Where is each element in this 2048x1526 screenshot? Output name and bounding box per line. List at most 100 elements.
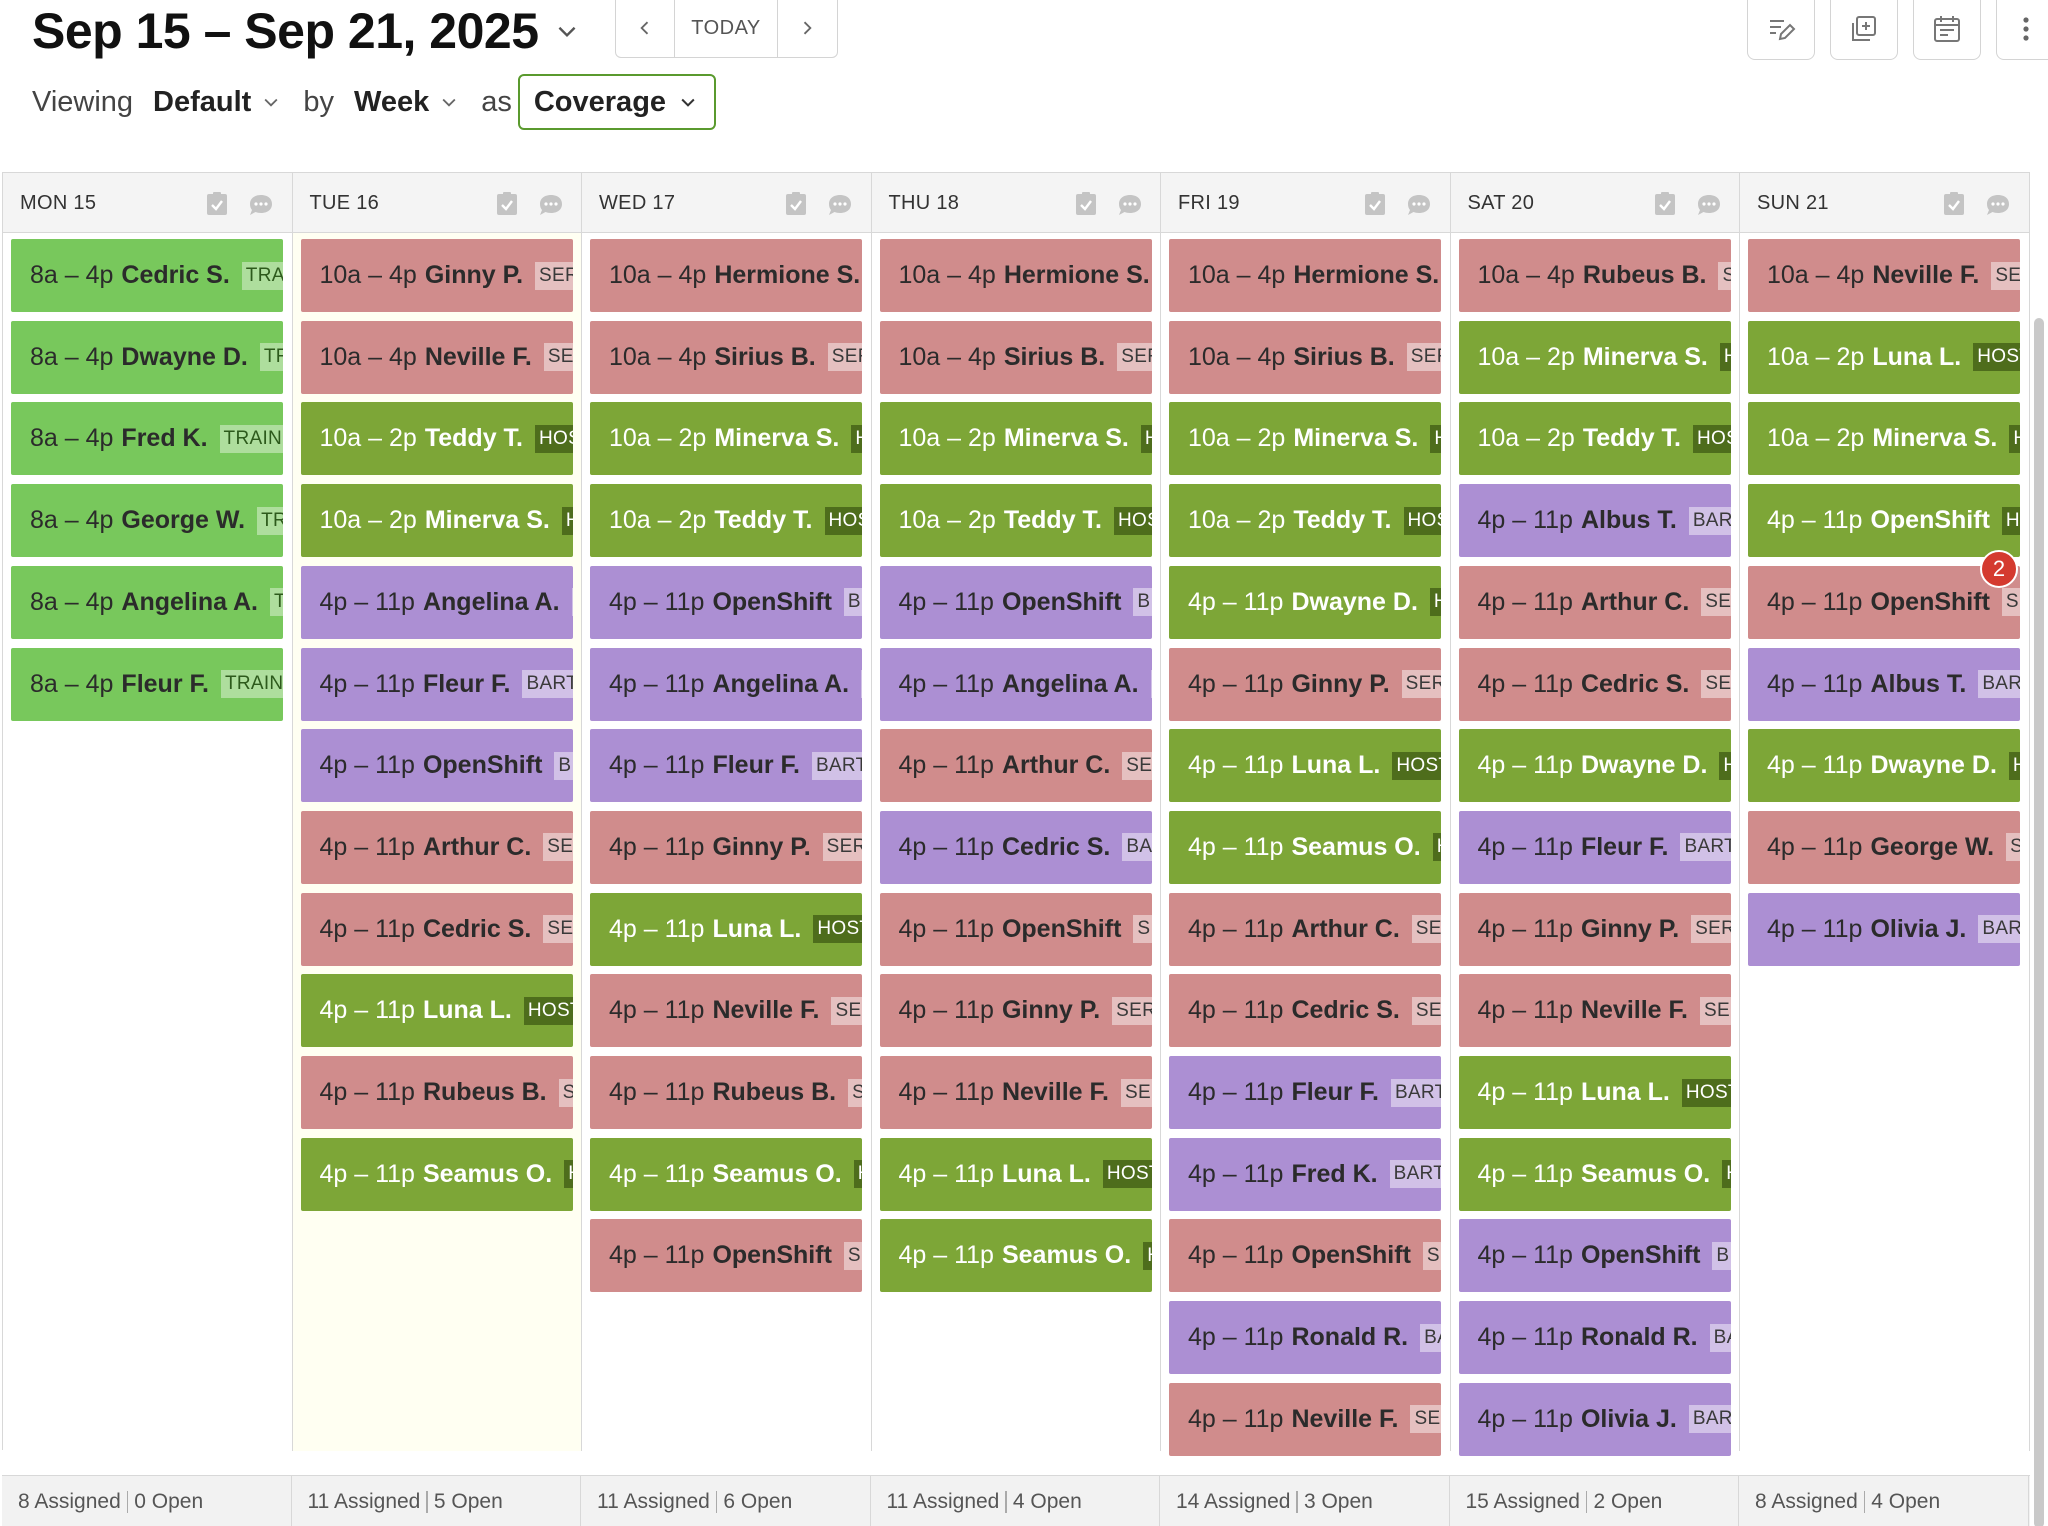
shift-card[interactable]: 4p – 11pCedric S. SER — [300, 892, 573, 966]
shift-card[interactable]: 4p – 11pDwayne D. H — [1748, 729, 2020, 803]
shift-card[interactable]: 10a – 4pNeville F. SER — [1748, 239, 2020, 312]
shift-card[interactable]: 4p – 11p Fleur F. BART — [590, 729, 862, 803]
shift-card[interactable]: 4p – 11pNeville F. SER — [1169, 1382, 1441, 1456]
chevron-down-icon[interactable] — [554, 18, 580, 44]
clipboard-check-icon[interactable] — [784, 191, 808, 217]
shift-card[interactable]: 4p – 11p OpenShift S — [1748, 565, 2020, 639]
shift-card[interactable]: 4p – 11pLuna L. HOST — [300, 974, 573, 1048]
shift-card[interactable]: 4p – 11pSeamus O. H — [1169, 810, 1441, 884]
shift-card[interactable]: 10a – 2pTeddy T. HOS — [879, 484, 1152, 558]
shift-card[interactable]: 4p – 11p OpenShift S — [1169, 1219, 1441, 1293]
today-button[interactable]: TODAY — [674, 0, 778, 57]
shift-card[interactable]: 4p – 11p OpenShift H — [1748, 484, 2020, 558]
as-select[interactable]: Coverage — [517, 74, 717, 130]
edit-schedule-button[interactable] — [1747, 0, 1815, 60]
chat-bubble-icon[interactable] — [537, 193, 565, 217]
shift-card[interactable]: 4p – 11pAngelina A. E — [879, 647, 1152, 721]
viewing-select[interactable]: Default — [153, 86, 251, 119]
shift-card[interactable]: 10a – 2pTeddy T. HOS — [300, 402, 573, 476]
shift-card[interactable]: 4p – 11pArthur C. SER — [1458, 565, 1731, 639]
shift-card[interactable]: 4p – 11p OpenShift B — [1458, 1219, 1731, 1293]
shift-card[interactable]: 10a – 2pMinerva S. H — [1169, 402, 1441, 476]
shift-card[interactable]: 4p – 11pLuna L. HOST — [590, 892, 862, 966]
shift-card[interactable]: 10a – 4p Hermione S. — [879, 239, 1152, 312]
clipboard-check-icon[interactable] — [1074, 191, 1098, 217]
shift-card[interactable]: 4p – 11pSeamus O. H — [1458, 1137, 1731, 1211]
shift-card[interactable]: 4p – 11pOlivia J. BART — [1458, 1382, 1731, 1456]
shift-card[interactable]: 4p – 11pAngelina A. E — [590, 647, 862, 721]
shift-card[interactable]: 4p – 11pAngelina A. E — [300, 565, 573, 639]
shift-card[interactable]: 4p – 11pNeville F. SER — [879, 1056, 1152, 1129]
shift-card[interactable]: 4p – 11pNeville F. SER — [590, 974, 862, 1048]
shift-card[interactable]: 10a – 4pSirius B. SER — [590, 320, 862, 394]
chat-bubble-icon[interactable] — [1695, 193, 1723, 217]
shift-card[interactable]: 10a – 2pTeddy T. HOS — [1169, 484, 1441, 558]
chat-bubble-icon[interactable] — [1984, 193, 2012, 217]
shift-card[interactable]: 10a – 2pMinerva S. H — [590, 402, 862, 476]
shift-card[interactable]: 8a – 4pAngelina A. TR — [11, 565, 283, 639]
vertical-scrollbar[interactable] — [2034, 318, 2044, 1526]
shift-card[interactable]: 4p – 11pLuna L. HOST — [1169, 729, 1441, 803]
shift-card[interactable]: 10a – 4pGinny P. SERV — [300, 239, 573, 312]
shift-card[interactable]: 10a – 2pTeddy T. HOS — [590, 484, 862, 558]
shift-card[interactable]: 8a – 4pCedric S. TRAIN — [11, 239, 283, 312]
shift-card[interactable]: 8a – 4pDwayne D. TRA — [11, 320, 283, 394]
shift-card[interactable]: 10a – 4pSirius B. SER — [1169, 320, 1441, 394]
previous-week-button[interactable] — [616, 0, 674, 57]
shift-card[interactable]: 10a – 2pMinerva S. H — [1748, 402, 2020, 476]
shift-card[interactable]: 10a – 2pTeddy T. HOS — [1458, 402, 1731, 476]
shift-card[interactable]: 4p – 11pDwayne D. H — [1458, 729, 1731, 803]
shift-card[interactable]: 4p – 11pNeville F. SER — [1458, 974, 1731, 1048]
shift-card[interactable]: 4p – 11pRubeus B. SE — [590, 1056, 862, 1129]
shift-card[interactable]: 4p – 11p OpenShift B — [879, 565, 1152, 639]
shift-card[interactable]: 4p – 11p OpenShift S — [879, 892, 1152, 966]
shift-card[interactable]: 8a – 4pFred K. TRAININ — [11, 402, 283, 476]
shift-card[interactable]: 4p – 11pSeamus O. H — [879, 1219, 1152, 1293]
date-range-title[interactable]: Sep 15 – Sep 21, 2025 — [32, 2, 539, 60]
clipboard-check-icon[interactable] — [205, 191, 229, 217]
chat-bubble-icon[interactable] — [1405, 193, 1433, 217]
shift-card[interactable]: 10a – 4p Hermione S. — [1169, 239, 1441, 312]
shift-card[interactable]: 4p – 11p OpenShift B — [590, 565, 862, 639]
chevron-down-icon[interactable] — [261, 92, 281, 112]
shift-card[interactable]: 4p – 11p OpenShift B — [300, 729, 573, 803]
shift-card[interactable]: 4p – 11pRonald R. BA — [1169, 1301, 1441, 1375]
shift-card[interactable]: 10a – 2pMinerva S. H — [879, 402, 1152, 476]
shift-card[interactable]: 4p – 11pArthur C. SER — [1169, 892, 1441, 966]
chat-bubble-icon[interactable] — [1116, 193, 1144, 217]
shift-card[interactable]: 4p – 11p Ginny P. SER — [590, 810, 862, 884]
shift-card[interactable]: 4p – 11pOlivia J. BART — [1748, 892, 2020, 966]
clipboard-check-icon[interactable] — [1942, 191, 1966, 217]
shift-card[interactable]: 4p – 11pCedric S. SER — [1458, 647, 1731, 721]
shift-card[interactable]: 4p – 11pArthur C. SER — [300, 810, 573, 884]
shift-card[interactable]: 4p – 11p Ginny P. SER — [1169, 647, 1441, 721]
shift-card[interactable]: 4p – 11pAlbus T. BART — [1458, 484, 1731, 558]
shift-card[interactable]: 4p – 11p OpenShift S — [590, 1219, 862, 1293]
chevron-down-icon[interactable] — [439, 92, 459, 112]
shift-card[interactable]: 4p – 11pArthur C. SER — [879, 729, 1152, 803]
shift-card[interactable]: 4p – 11p Ginny P. SER — [1458, 892, 1731, 966]
shift-card[interactable]: 4p – 11pAlbus T. BART — [1748, 647, 2020, 721]
shift-card[interactable]: 4p – 11pRubeus B. SE — [300, 1056, 573, 1129]
shift-card[interactable]: 4p – 11pGeorge W. SE — [1748, 810, 2020, 884]
shift-card[interactable]: 4p – 11pCedric S. SER — [1169, 974, 1441, 1048]
clipboard-check-icon[interactable] — [1653, 191, 1677, 217]
shift-card[interactable]: 4p – 11p Fleur F. BART — [1169, 1056, 1441, 1129]
shift-card[interactable]: 8a – 4p Fleur F. TRAINI — [11, 647, 283, 721]
shift-card[interactable]: 10a – 4pSirius B. SER — [879, 320, 1152, 394]
copy-schedule-button[interactable] — [1830, 0, 1898, 60]
chat-bubble-icon[interactable] — [247, 193, 275, 217]
shift-card[interactable]: 10a – 2pMinerva S. H — [300, 484, 573, 558]
shift-card[interactable]: 4p – 11pRonald R. BA — [1458, 1301, 1731, 1375]
shift-card[interactable]: 4p – 11pCedric S. BAR — [879, 810, 1152, 884]
shift-card[interactable]: 4p – 11pLuna L. HOST — [1458, 1056, 1731, 1129]
shift-card[interactable]: 10a – 4p Hermione S. — [590, 239, 862, 312]
by-select[interactable]: Week — [354, 86, 429, 119]
shift-card[interactable]: 4p – 11pLuna L. HOST — [879, 1137, 1152, 1211]
notification-badge[interactable]: 2 — [1980, 549, 2018, 588]
shift-card[interactable]: 4p – 11p Fred K. BART — [1169, 1137, 1441, 1211]
shift-card[interactable]: 4p – 11pSeamus O. H — [300, 1137, 573, 1211]
clipboard-check-icon[interactable] — [495, 191, 519, 217]
shift-card[interactable]: 8a – 4pGeorge W. TRA — [11, 484, 283, 558]
shift-card[interactable]: 10a – 4pNeville F. SER — [300, 320, 573, 394]
